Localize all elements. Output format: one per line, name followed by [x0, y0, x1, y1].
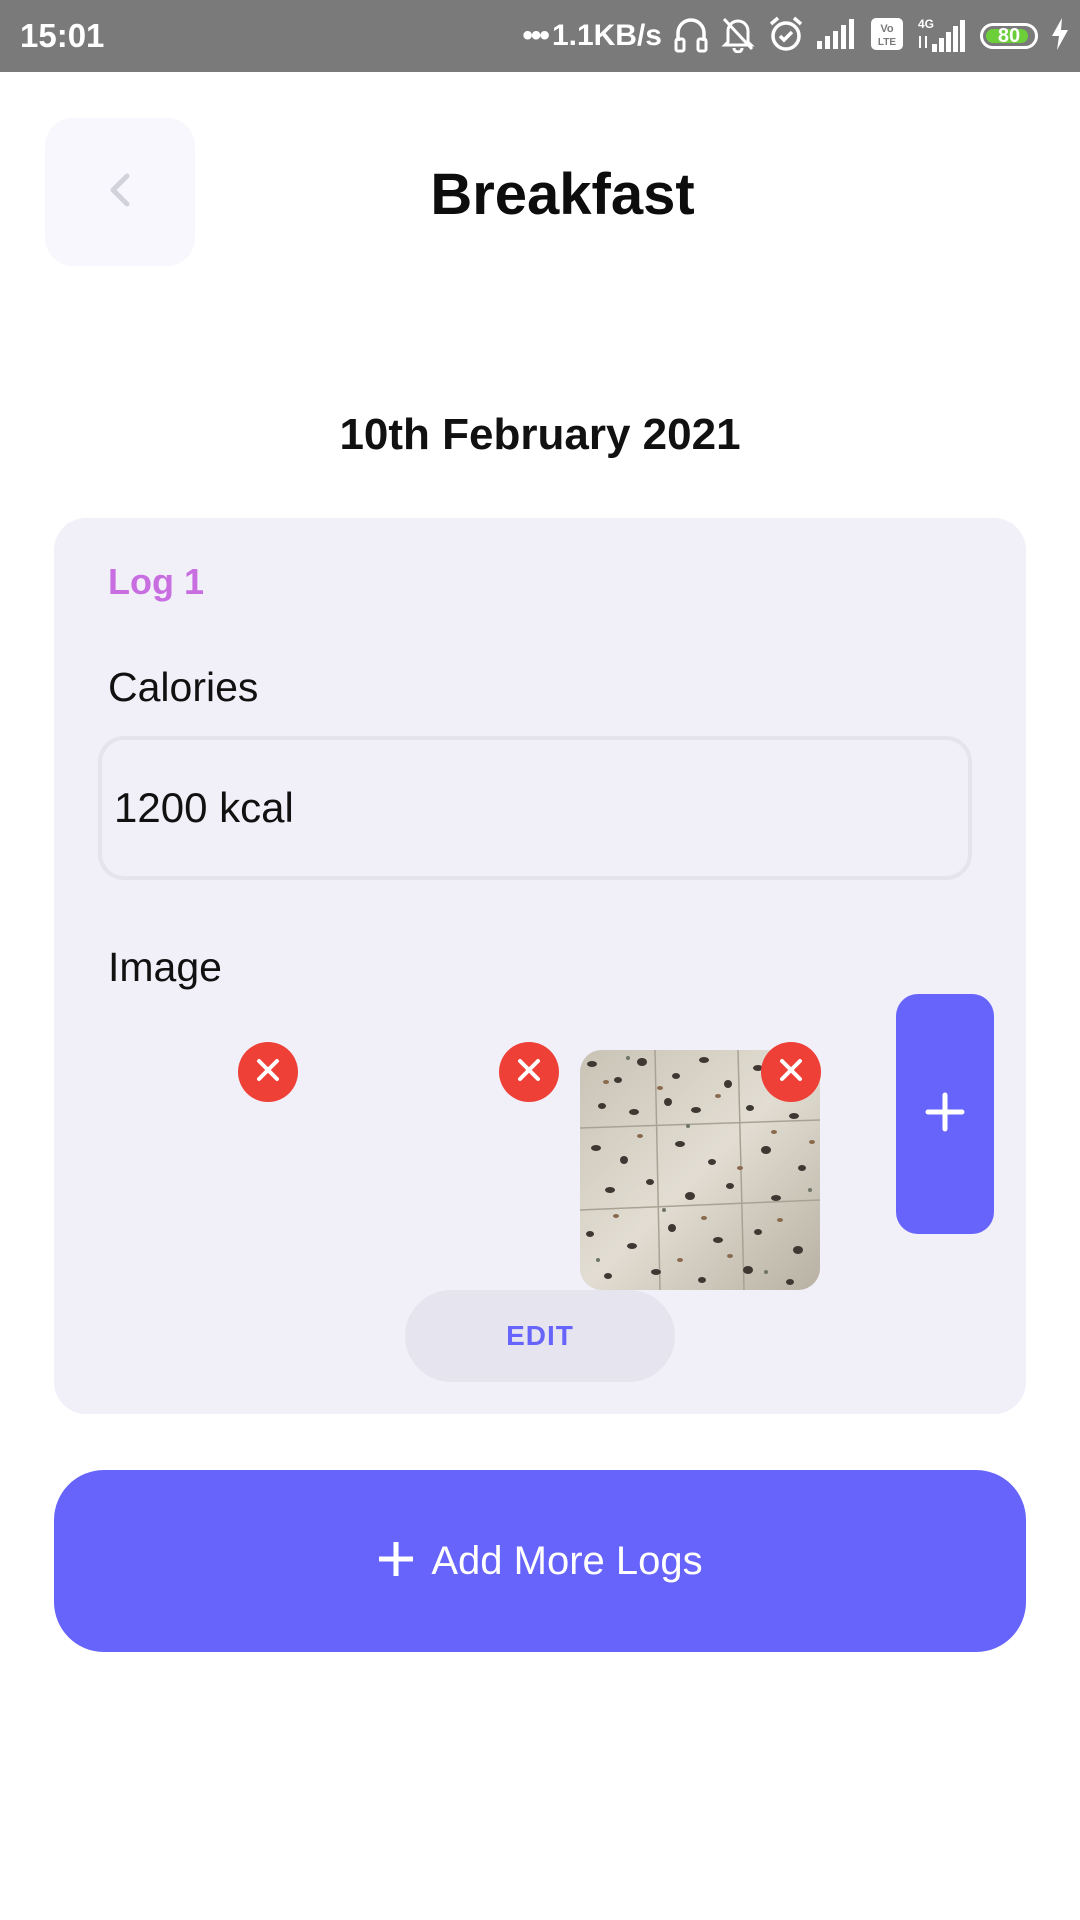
close-icon: [255, 1057, 281, 1088]
plus-icon: [925, 1092, 965, 1137]
status-bar: 15:01 ••• 1.1KB/s Vo LTE 4G 80: [0, 0, 1080, 72]
plus-icon: [377, 1540, 415, 1583]
status-icons: ••• 1.1KB/s Vo LTE 4G 80: [510, 14, 1070, 58]
svg-text:4G: 4G: [918, 17, 934, 31]
image-label: Image: [108, 944, 222, 990]
edit-button[interactable]: EDIT: [405, 1290, 675, 1382]
log-title: Log 1: [108, 561, 204, 602]
battery-icon: 80: [980, 23, 1038, 49]
svg-text:Vo: Vo: [880, 23, 894, 35]
battery-level: 80: [997, 25, 1021, 47]
status-time: 15:01: [20, 17, 105, 54]
alarm-icon: [768, 15, 804, 58]
svg-text:LTE: LTE: [878, 37, 896, 48]
calories-input[interactable]: [98, 736, 972, 880]
add-more-logs-label: Add More Logs: [431, 1539, 703, 1583]
network-speed-value: 1.1KB/s: [551, 19, 662, 52]
mute-bell-icon: [720, 15, 756, 58]
remove-image-button-2[interactable]: [499, 1042, 559, 1102]
more-dots-icon: •••: [522, 19, 549, 52]
charging-icon: [1050, 17, 1070, 56]
headphones-icon: [674, 15, 708, 58]
close-icon: [516, 1057, 542, 1088]
image-slot-1[interactable]: [108, 1050, 348, 1290]
add-image-button[interactable]: [896, 994, 994, 1234]
add-more-logs-button[interactable]: Add More Logs: [54, 1470, 1026, 1652]
remove-image-button-3[interactable]: [761, 1042, 821, 1102]
4g-signal-icon: 4G: [916, 16, 968, 57]
remove-image-button-1[interactable]: [238, 1042, 298, 1102]
page-title: Breakfast: [430, 162, 695, 227]
calories-label: Calories: [108, 664, 259, 710]
network-speed: ••• 1.1KB/s: [522, 18, 662, 54]
log-card: Log 1 Calories Image: [54, 518, 1026, 1414]
signal-icon: [816, 18, 858, 54]
log-date: 10th February 2021: [339, 410, 741, 459]
image-slot-2[interactable]: [370, 1050, 610, 1290]
volte-icon: Vo LTE: [870, 17, 904, 56]
close-icon: [778, 1057, 804, 1088]
